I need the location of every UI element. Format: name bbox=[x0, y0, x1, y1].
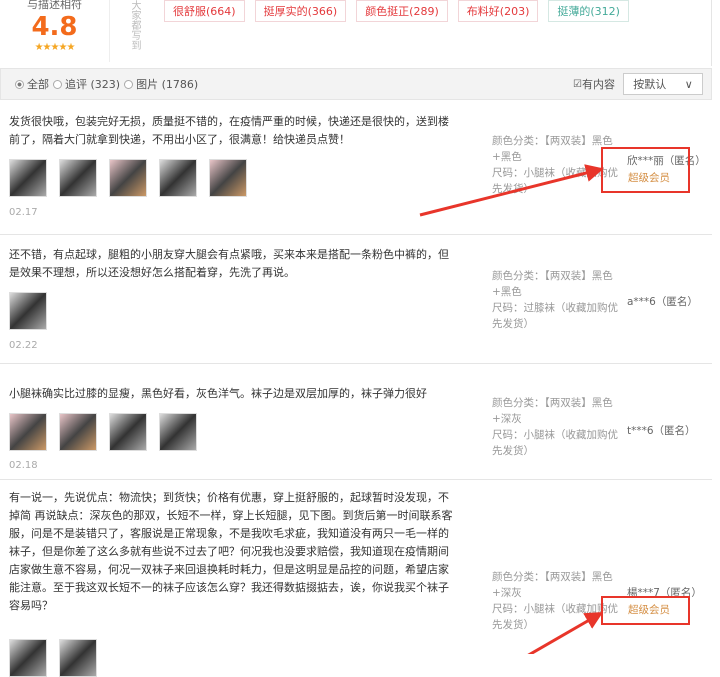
arrow-icon bbox=[527, 612, 604, 654]
arrow-icon bbox=[419, 164, 604, 217]
annotation-arrows bbox=[419, 164, 604, 654]
